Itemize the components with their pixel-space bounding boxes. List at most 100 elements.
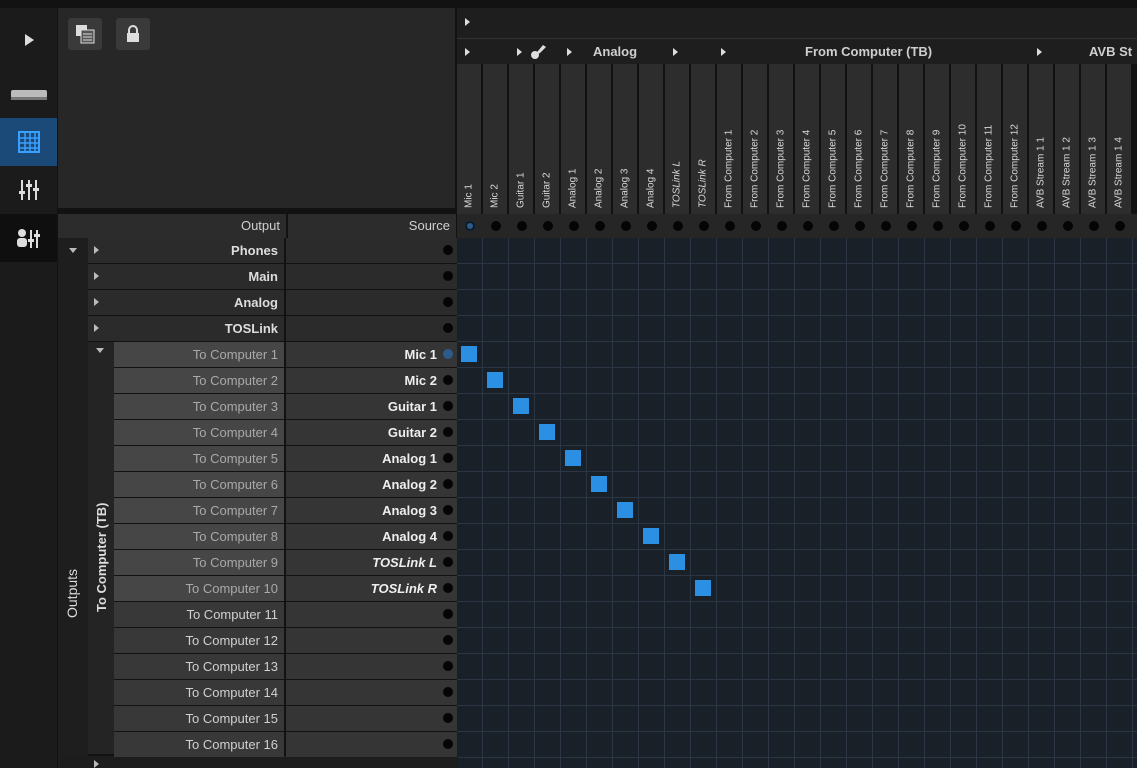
row-source[interactable] [286,628,457,653]
device-icon[interactable] [0,70,57,118]
mixer-icon[interactable] [0,166,57,214]
source-column[interactable]: From Computer 8 [899,64,923,214]
group-arrow-icon[interactable] [673,48,678,56]
source-select-dot[interactable] [751,221,761,231]
output-row-label[interactable]: To Computer 3 [114,394,284,419]
source-select-dot[interactable] [443,687,453,697]
source-column[interactable]: From Computer 6 [847,64,871,214]
source-select-dot[interactable] [803,221,813,231]
source-select-dot[interactable] [621,221,631,231]
collapse-outputs-icon[interactable] [69,248,77,253]
source-select-dot[interactable] [443,375,453,385]
collapse-subgroup-icon[interactable] [96,348,104,353]
source-select-dot[interactable] [443,505,453,515]
source-select-dot[interactable] [959,221,969,231]
source-select-dot[interactable] [543,221,553,231]
route-cell[interactable] [487,372,503,388]
source-select-dot[interactable] [491,221,501,231]
source-select-dot[interactable] [725,221,735,231]
row-source[interactable] [286,602,457,627]
output-group-row[interactable]: TOSLink [88,316,284,341]
source-select-dot[interactable] [443,401,453,411]
source-select-dot[interactable] [1037,221,1047,231]
source-column[interactable]: From Computer 9 [925,64,949,214]
source-select-dot[interactable] [443,245,453,255]
source-column[interactable]: Guitar 2 [535,64,559,214]
source-select-dot[interactable] [443,479,453,489]
output-row-label[interactable]: To Computer 14 [114,680,284,705]
source-select-dot[interactable] [443,453,453,463]
source-select-dot[interactable] [933,221,943,231]
output-row-label[interactable]: To Computer 12 [114,628,284,653]
output-row-label[interactable]: To Computer 2 [114,368,284,393]
source-column[interactable]: Guitar 1 [509,64,533,214]
source-column[interactable]: Analog 1 [561,64,585,214]
row-source[interactable]: TOSLink L [286,550,457,575]
source-select-dot[interactable] [881,221,891,231]
group-arrow-icon[interactable] [1037,48,1042,56]
output-row-label[interactable]: To Computer 13 [114,654,284,679]
source-select-dot[interactable] [443,557,453,567]
source-column[interactable]: Analog 3 [613,64,637,214]
output-group-source[interactable] [286,290,457,315]
source-column[interactable]: Analog 4 [639,64,663,214]
grid-icon[interactable] [0,118,57,166]
source-select-dot[interactable] [1089,221,1099,231]
output-group-source[interactable] [286,264,457,289]
lock-icon[interactable] [116,18,150,50]
user-mixer-icon[interactable] [0,214,57,262]
collapse-arrow-icon[interactable] [465,18,470,26]
source-column[interactable]: From Computer 1 [717,64,741,214]
route-cell[interactable] [695,580,711,596]
source-column[interactable]: From Computer 2 [743,64,767,214]
routing-list-icon[interactable] [68,18,102,50]
route-cell[interactable] [617,502,633,518]
output-row-label[interactable]: To Computer 10 [114,576,284,601]
output-row-label[interactable]: To Computer 6 [114,472,284,497]
row-source[interactable] [286,706,457,731]
source-column[interactable]: AVB Stream 1 2 [1055,64,1079,214]
expand-arrow-icon[interactable] [94,246,99,254]
expand-arrow-icon[interactable] [94,760,99,768]
row-source[interactable]: Analog 4 [286,524,457,549]
expand-arrow-icon[interactable] [94,272,99,280]
row-source[interactable]: Guitar 2 [286,420,457,445]
output-row-label[interactable]: To Computer 9 [114,550,284,575]
source-select-dot[interactable] [465,221,475,231]
expand-arrow-icon[interactable] [0,16,57,64]
route-cell[interactable] [539,424,555,440]
source-column[interactable]: Mic 2 [483,64,507,214]
source-select-dot[interactable] [1115,221,1125,231]
source-select-dot[interactable] [443,427,453,437]
source-select-dot[interactable] [443,713,453,723]
source-select-dot[interactable] [985,221,995,231]
route-cell[interactable] [643,528,659,544]
source-select-dot[interactable] [777,221,787,231]
source-column[interactable]: AVB Stream 1 1 [1029,64,1053,214]
row-source[interactable]: Analog 1 [286,446,457,471]
group-arrow-icon[interactable] [721,48,726,56]
source-select-dot[interactable] [443,661,453,671]
source-select-dot[interactable] [443,635,453,645]
source-select-dot[interactable] [829,221,839,231]
route-cell[interactable] [565,450,581,466]
row-source[interactable]: Mic 1 [286,342,457,367]
routing-matrix[interactable] [457,238,1137,768]
source-column[interactable]: From Computer 5 [821,64,845,214]
source-select-dot[interactable] [443,297,453,307]
output-group-source[interactable] [286,316,457,341]
source-column[interactable]: Analog 2 [587,64,611,214]
source-column[interactable]: TOSLink R [691,64,715,214]
output-row-label[interactable]: To Computer 4 [114,420,284,445]
group-arrow-icon[interactable] [567,48,572,56]
route-cell[interactable] [513,398,529,414]
source-select-dot[interactable] [1011,221,1021,231]
source-select-dot[interactable] [569,221,579,231]
source-column[interactable]: From Computer 11 [977,64,1001,214]
route-cell[interactable] [461,346,477,362]
row-source[interactable] [286,680,457,705]
source-column[interactable]: AVB Stream 1 4 [1107,64,1131,214]
row-source[interactable]: Analog 2 [286,472,457,497]
source-column[interactable]: From Computer 12 [1003,64,1027,214]
route-cell[interactable] [669,554,685,570]
